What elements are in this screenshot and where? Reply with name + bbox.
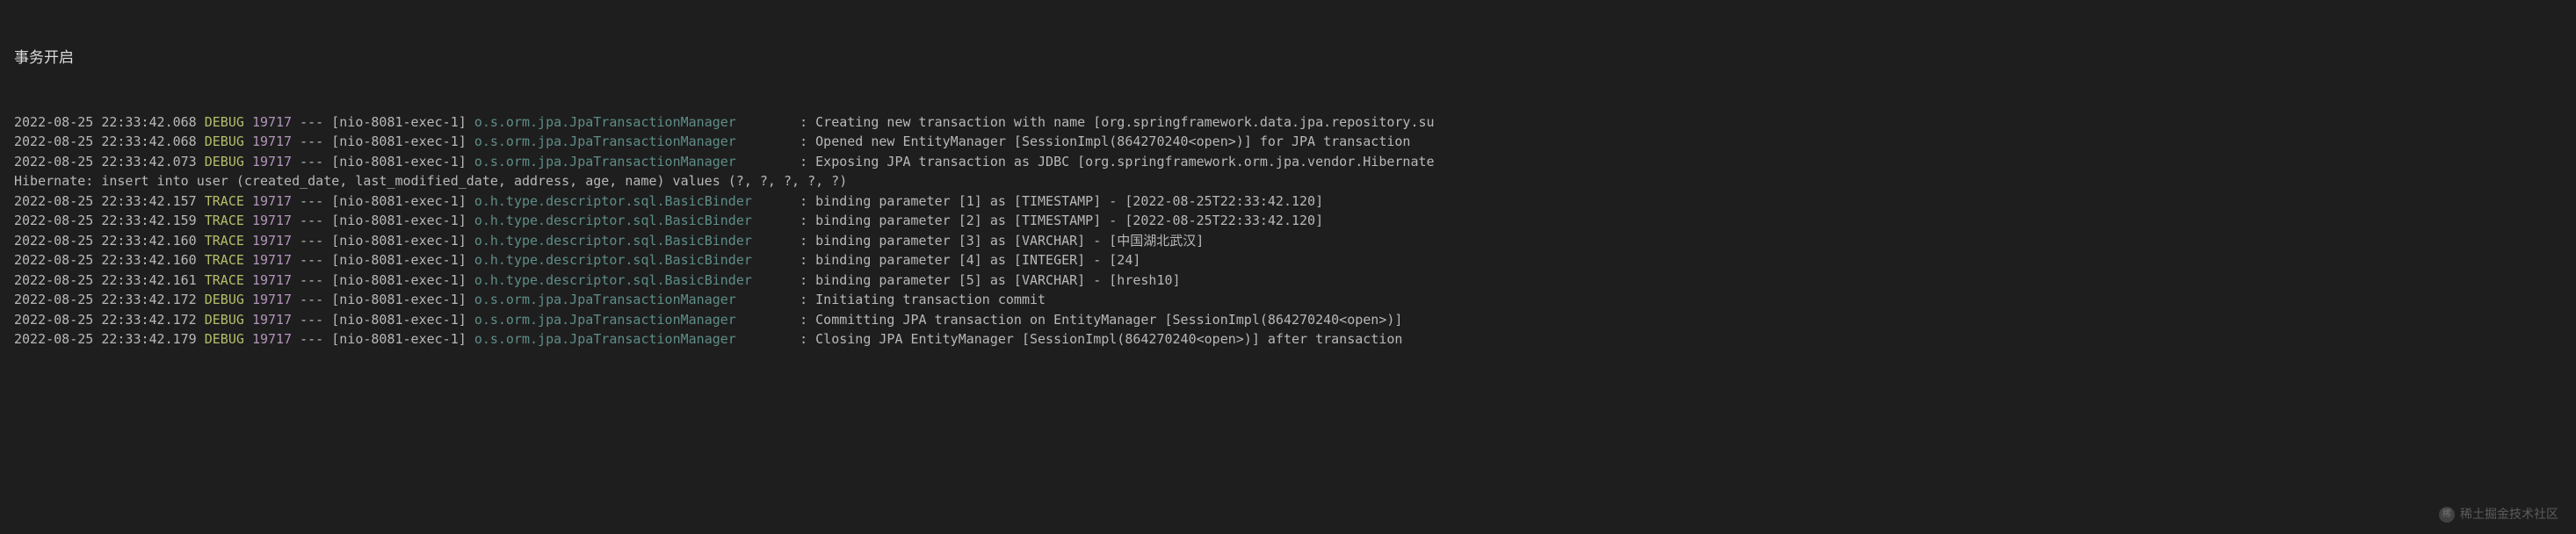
log-separator: --- (292, 250, 331, 271)
log-logger: o.s.orm.jpa.JpaTransactionManager (474, 132, 792, 152)
log-message: : Opened new EntityManager [SessionImpl(… (800, 132, 1410, 152)
log-thread: [nio-8081-exec-1] (331, 211, 474, 231)
log-level: DEBUG (205, 310, 244, 330)
log-separator: --- (292, 112, 331, 133)
log-timestamp: 2022-08-25 22:33:42.068 (14, 112, 205, 133)
log-logger: o.s.orm.jpa.JpaTransactionManager (474, 152, 792, 172)
log-timestamp: 2022-08-25 22:33:42.172 (14, 310, 205, 330)
section-header: 事务开启 (14, 47, 2562, 69)
log-line: 2022-08-25 22:33:42.157 TRACE 19717 --- … (14, 191, 2562, 212)
log-level: DEBUG (205, 132, 244, 152)
log-level: DEBUG (205, 112, 244, 133)
log-pid: 19717 (252, 231, 292, 251)
hibernate-sql-line: Hibernate: insert into user (created_dat… (14, 171, 2562, 191)
log-message: : binding parameter [2] as [TIMESTAMP] -… (800, 211, 1323, 231)
log-thread: [nio-8081-exec-1] (331, 250, 474, 271)
log-pid: 19717 (252, 329, 292, 350)
log-pid: 19717 (252, 112, 292, 133)
log-thread: [nio-8081-exec-1] (331, 310, 474, 330)
log-separator: --- (292, 132, 331, 152)
log-pid: 19717 (252, 310, 292, 330)
log-message: : Exposing JPA transaction as JDBC [org.… (800, 152, 1434, 172)
log-timestamp: 2022-08-25 22:33:42.160 (14, 231, 205, 251)
log-pid: 19717 (252, 132, 292, 152)
log-line: 2022-08-25 22:33:42.172 DEBUG 19717 --- … (14, 310, 2562, 330)
log-thread: [nio-8081-exec-1] (331, 191, 474, 212)
log-line: 2022-08-25 22:33:42.172 DEBUG 19717 --- … (14, 290, 2562, 310)
watermark-text: 稀土掘金技术社区 (2460, 505, 2558, 523)
log-logger: o.s.orm.jpa.JpaTransactionManager (474, 329, 792, 350)
log-logger: o.h.type.descriptor.sql.BasicBinder (474, 250, 792, 271)
log-separator: --- (292, 191, 331, 212)
log-logger: o.h.type.descriptor.sql.BasicBinder (474, 231, 792, 251)
log-logger: o.s.orm.jpa.JpaTransactionManager (474, 310, 792, 330)
log-timestamp: 2022-08-25 22:33:42.068 (14, 132, 205, 152)
log-timestamp: 2022-08-25 22:33:42.073 (14, 152, 205, 172)
log-separator: --- (292, 271, 331, 291)
log-logger: o.h.type.descriptor.sql.BasicBinder (474, 211, 792, 231)
watermark-icon: 稀 (2439, 507, 2455, 523)
log-separator: --- (292, 290, 331, 310)
log-pid: 19717 (252, 191, 292, 212)
log-separator: --- (292, 310, 331, 330)
log-timestamp: 2022-08-25 22:33:42.157 (14, 191, 205, 212)
log-message: : binding parameter [3] as [VARCHAR] - [… (800, 231, 1204, 251)
log-line: 2022-08-25 22:33:42.179 DEBUG 19717 --- … (14, 329, 2562, 350)
log-separator: --- (292, 211, 331, 231)
log-output: 事务开启 2022-08-25 22:33:42.068 DEBUG 19717… (0, 0, 2576, 376)
log-logger: o.s.orm.jpa.JpaTransactionManager (474, 112, 792, 133)
log-pid: 19717 (252, 211, 292, 231)
log-pid: 19717 (252, 290, 292, 310)
log-timestamp: 2022-08-25 22:33:42.172 (14, 290, 205, 310)
log-separator: --- (292, 152, 331, 172)
log-thread: [nio-8081-exec-1] (331, 112, 474, 133)
log-pid: 19717 (252, 250, 292, 271)
log-line: 2022-08-25 22:33:42.160 TRACE 19717 --- … (14, 231, 2562, 251)
log-line: 2022-08-25 22:33:42.159 TRACE 19717 --- … (14, 211, 2562, 231)
log-line: 2022-08-25 22:33:42.160 TRACE 19717 --- … (14, 250, 2562, 271)
log-message: : binding parameter [1] as [TIMESTAMP] -… (800, 191, 1323, 212)
log-thread: [nio-8081-exec-1] (331, 290, 474, 310)
log-level: TRACE (205, 231, 244, 251)
log-thread: [nio-8081-exec-1] (331, 231, 474, 251)
log-thread: [nio-8081-exec-1] (331, 152, 474, 172)
log-level: TRACE (205, 191, 244, 212)
log-message: : Closing JPA EntityManager [SessionImpl… (800, 329, 1402, 350)
log-message: : binding parameter [5] as [VARCHAR] - [… (800, 271, 1180, 291)
log-line: 2022-08-25 22:33:42.073 DEBUG 19717 --- … (14, 152, 2562, 172)
log-level: DEBUG (205, 290, 244, 310)
log-thread: [nio-8081-exec-1] (331, 271, 474, 291)
log-message: : binding parameter [4] as [INTEGER] - [… (800, 250, 1140, 271)
log-level: TRACE (205, 211, 244, 231)
log-timestamp: 2022-08-25 22:33:42.160 (14, 250, 205, 271)
log-thread: [nio-8081-exec-1] (331, 329, 474, 350)
log-pid: 19717 (252, 271, 292, 291)
log-thread: [nio-8081-exec-1] (331, 132, 474, 152)
log-level: TRACE (205, 250, 244, 271)
log-logger: o.s.orm.jpa.JpaTransactionManager (474, 290, 792, 310)
log-timestamp: 2022-08-25 22:33:42.179 (14, 329, 205, 350)
log-timestamp: 2022-08-25 22:33:42.159 (14, 211, 205, 231)
log-level: TRACE (205, 271, 244, 291)
log-separator: --- (292, 231, 331, 251)
log-line: 2022-08-25 22:33:42.068 DEBUG 19717 --- … (14, 132, 2562, 152)
log-message: : Creating new transaction with name [or… (800, 112, 1434, 133)
log-timestamp: 2022-08-25 22:33:42.161 (14, 271, 205, 291)
log-message: : Committing JPA transaction on EntityMa… (800, 310, 1402, 330)
log-message: : Initiating transaction commit (800, 290, 1046, 310)
log-pid: 19717 (252, 152, 292, 172)
log-level: DEBUG (205, 329, 244, 350)
watermark: 稀 稀土掘金技术社区 (2439, 505, 2558, 523)
log-lines-container: 2022-08-25 22:33:42.068 DEBUG 19717 --- … (14, 112, 2562, 350)
log-level: DEBUG (205, 152, 244, 172)
log-line: 2022-08-25 22:33:42.068 DEBUG 19717 --- … (14, 112, 2562, 133)
log-logger: o.h.type.descriptor.sql.BasicBinder (474, 271, 792, 291)
log-logger: o.h.type.descriptor.sql.BasicBinder (474, 191, 792, 212)
log-separator: --- (292, 329, 331, 350)
log-line: 2022-08-25 22:33:42.161 TRACE 19717 --- … (14, 271, 2562, 291)
